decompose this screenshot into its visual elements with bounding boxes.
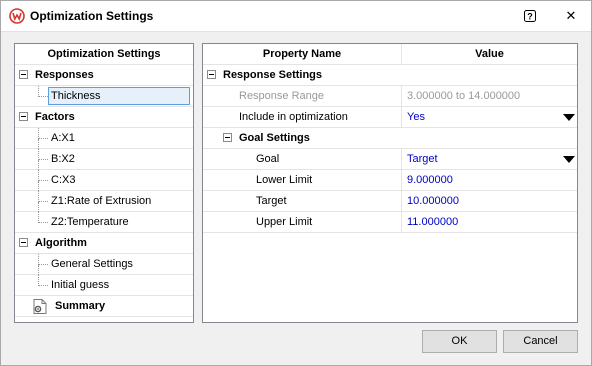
category-label: Factors [35,111,75,123]
property-name: Response Range [239,90,325,102]
property-value-input[interactable]: 11.000000 [407,212,458,233]
close-button[interactable]: ✕ [557,4,585,28]
property-name: Lower Limit [256,174,313,186]
tree-item-z2[interactable]: Z2:Temperature [15,212,193,233]
tree-item-label: Initial guess [51,279,110,291]
section-label: Goal Settings [239,132,310,144]
tree-item-thickness[interactable]: Thickness [15,86,193,107]
tree-item-label: General Settings [51,258,133,270]
property-name: Include in optimization [239,111,348,123]
document-gear-icon [33,299,47,314]
tree-category-responses[interactable]: Responses [15,65,193,86]
tree-connector [38,275,48,286]
tree-item-label: A:X1 [51,132,75,144]
tree-item-label[interactable]: Thickness [48,87,190,105]
tree-item-general-settings[interactable]: General Settings [15,254,193,275]
grid-header: Property Name Value [203,44,577,65]
tree-category-algorithm[interactable]: Algorithm [15,233,193,254]
tree-item-label: Z2:Temperature [51,216,129,228]
collapse-icon[interactable] [19,238,28,247]
tree-item-label: C:X3 [51,174,76,186]
tree-connector [38,212,48,223]
weibull-logo-icon [9,8,25,24]
column-header-value: Value [475,48,504,60]
section-goal-settings[interactable]: Goal Settings [203,128,577,149]
tree-connector [38,254,48,265]
property-row-upper-limit[interactable]: Upper Limit 11.000000 [203,212,577,233]
category-label: Responses [35,69,94,81]
category-label: Algorithm [35,237,87,249]
tree-item-label: B:X2 [51,153,75,165]
property-value-dropdown[interactable]: Yes [407,107,425,128]
tree-item-c-x3[interactable]: C:X3 [15,170,193,191]
close-icon: ✕ [565,8,577,23]
tree-item-initial-guess[interactable]: Initial guess [15,275,193,296]
property-row-target[interactable]: Target 10.000000 [203,191,577,212]
property-grid: Property Name Value Response Settings Re… [202,43,578,323]
property-row-include-in-optimization[interactable]: Include in optimization Yes [203,107,577,128]
collapse-icon[interactable] [19,70,28,79]
tree-connector [38,191,48,202]
property-row-goal[interactable]: Goal Target [203,149,577,170]
tree-item-a-x1[interactable]: A:X1 [15,128,193,149]
property-name: Upper Limit [256,216,313,228]
property-row-lower-limit[interactable]: Lower Limit 9.000000 [203,170,577,191]
summary-label: Summary [55,300,106,312]
ok-button[interactable]: OK [422,330,497,353]
tree-header: Optimization Settings [15,44,193,65]
property-value-input[interactable]: 10.000000 [407,191,459,212]
dropdown-arrow-icon[interactable] [563,114,575,121]
tree-item-summary[interactable]: Summary [15,296,193,317]
property-value: 3.000000 to 14.000000 [407,90,521,102]
collapse-icon[interactable] [223,133,232,142]
tree-connector [38,86,48,97]
help-button[interactable]: ? [516,4,544,28]
dropdown-arrow-icon[interactable] [563,156,575,163]
section-label: Response Settings [223,69,323,81]
property-value-dropdown[interactable]: Target [407,149,438,170]
window-title: Optimization Settings [30,9,154,23]
column-header-property-name: Property Name [203,44,402,64]
tree-connector [38,128,48,139]
tree-connector [38,170,48,181]
tree-item-b-x2[interactable]: B:X2 [15,149,193,170]
svg-text:?: ? [527,12,533,22]
collapse-icon[interactable] [19,112,28,121]
property-name: Target [256,195,287,207]
tree-item-label: Z1:Rate of Extrusion [51,195,152,207]
tree-category-factors[interactable]: Factors [15,107,193,128]
section-response-settings[interactable]: Response Settings [203,65,577,86]
property-value-input[interactable]: 9.000000 [407,170,453,191]
tree-connector [38,149,48,160]
title-bar: Optimization Settings ? ✕ [0,0,592,32]
tree-item-z1[interactable]: Z1:Rate of Extrusion [15,191,193,212]
settings-tree: Optimization Settings Responses Thicknes… [14,43,194,323]
collapse-icon[interactable] [207,70,216,79]
cancel-button[interactable]: Cancel [503,330,578,353]
property-name: Goal [256,153,280,165]
help-icon: ? [524,10,536,22]
property-row-response-range: Response Range 3.000000 to 14.000000 [203,86,577,107]
